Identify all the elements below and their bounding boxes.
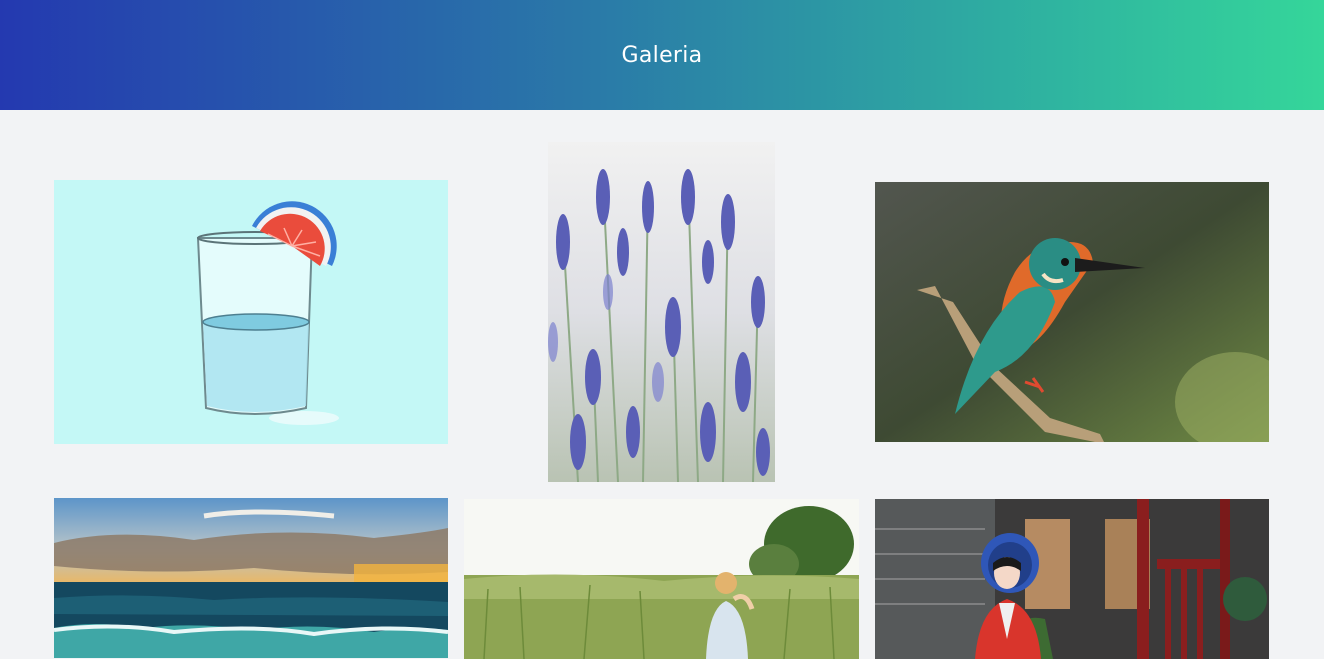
gallery-photo-kingfisher[interactable] <box>875 182 1269 442</box>
ocean-image <box>54 498 448 658</box>
traditional-dress-image <box>875 499 1269 659</box>
photo-gallery <box>0 110 1324 659</box>
lavender-image <box>548 142 775 482</box>
page-title: Galeria <box>621 42 703 68</box>
gallery-photo-ocean[interactable] <box>54 498 448 658</box>
glass-image <box>54 180 448 444</box>
kingfisher-image <box>875 182 1269 442</box>
gallery-photo-traditional[interactable] <box>875 499 1269 659</box>
gallery-photo-meadow[interactable] <box>464 499 859 659</box>
gallery-photo-lavender[interactable] <box>548 142 775 482</box>
meadow-image <box>464 499 859 659</box>
page-header: Galeria <box>0 0 1324 110</box>
gallery-photo-glass[interactable] <box>54 180 448 444</box>
